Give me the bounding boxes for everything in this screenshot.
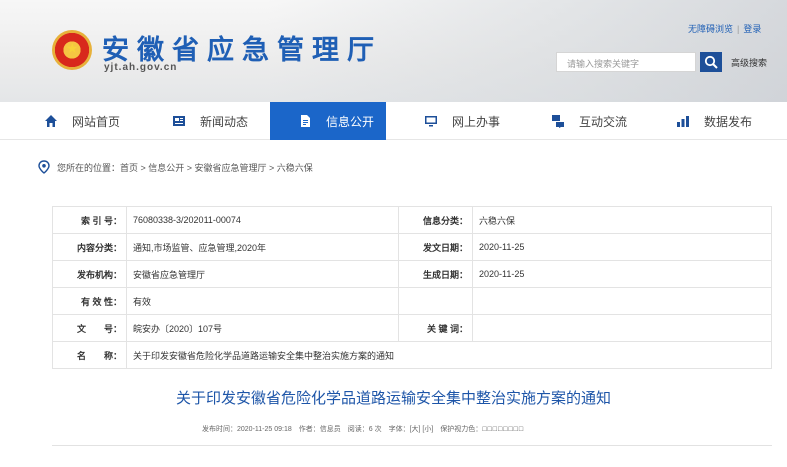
table-row: 发布机构： 安徽省应急管理厅 生成日期： 2020-11-25 bbox=[52, 260, 772, 288]
empty-cell bbox=[472, 287, 772, 315]
document-icon bbox=[301, 115, 310, 127]
document-info-table: 索 引 号： 76080338-3/202011-00074 信息分类： 六稳六… bbox=[52, 206, 772, 369]
publisher-label: 发布机构： bbox=[52, 260, 127, 288]
doc-number-value: 皖安办〔2020〕107号 bbox=[126, 314, 399, 342]
nav-item-interaction[interactable]: 互动交流 bbox=[551, 102, 627, 140]
table-row: 名 称： 关于印发安徽省危险化学品道路运输安全集中整治实施方案的通知 bbox=[52, 341, 772, 369]
article-meta: 发布时间：2020-11-25 09:18 作者：信息员 阅读：6 次 字体：[… bbox=[202, 424, 524, 434]
name-value: 关于印发安徽省危险化学品道路运输安全集中整治实施方案的通知 bbox=[126, 341, 772, 369]
top-links: 无障碍浏览 | 登录 bbox=[688, 24, 762, 34]
main-nav: 网站首页 新闻动态 信息公开 网上办事 互动交流 数据发布 bbox=[0, 102, 787, 140]
table-row: 文 号： 皖安办〔2020〕107号 关 键 词： bbox=[52, 314, 772, 342]
home-icon bbox=[45, 115, 57, 127]
publisher-value: 安徽省应急管理厅 bbox=[126, 260, 399, 288]
nav-item-home[interactable]: 网站首页 bbox=[44, 102, 120, 140]
index-label: 索 引 号： bbox=[52, 206, 127, 234]
search-button[interactable] bbox=[700, 52, 722, 72]
accessibility-link[interactable]: 无障碍浏览 bbox=[688, 24, 733, 34]
doc-number-label: 文 号： bbox=[52, 314, 127, 342]
nav-label: 信息公开 bbox=[326, 114, 375, 129]
article-title: 关于印发安徽省危险化学品道路运输安全集中整治实施方案的通知 bbox=[175, 390, 611, 407]
nav-item-online-service[interactable]: 网上办事 bbox=[424, 102, 500, 140]
nav-item-data-release[interactable]: 数据发布 bbox=[676, 102, 752, 140]
newspaper-icon bbox=[173, 116, 185, 126]
content-category-value: 通知,市场监管、应急管理,2020年 bbox=[126, 233, 399, 261]
national-emblem-icon: ★ bbox=[52, 30, 92, 70]
table-row: 内容分类： 通知,市场监管、应急管理,2020年 发文日期： 2020-11-2… bbox=[52, 233, 772, 261]
nav-label: 网站首页 bbox=[72, 114, 121, 129]
eye-care-color-swatches[interactable]: □□□□□□□□ bbox=[482, 426, 524, 433]
chart-icon bbox=[677, 116, 689, 127]
table-row: 索 引 号： 76080338-3/202011-00074 信息分类： 六稳六… bbox=[52, 206, 772, 234]
chat-icon bbox=[552, 115, 564, 128]
site-domain: yjt.ah.gov.cn bbox=[104, 62, 178, 73]
empty-cell bbox=[398, 287, 473, 315]
generated-date-label: 生成日期： bbox=[398, 260, 473, 288]
divider bbox=[52, 445, 772, 446]
table-row: 有 效 性： 有效 bbox=[52, 287, 772, 315]
issue-date-label: 发文日期： bbox=[398, 233, 473, 261]
nav-label: 互动交流 bbox=[579, 114, 628, 129]
nav-label: 新闻动态 bbox=[200, 114, 249, 129]
name-label: 名 称： bbox=[52, 341, 127, 369]
nav-label: 网上办事 bbox=[452, 114, 501, 129]
advanced-search-link[interactable]: 高级搜索 bbox=[731, 56, 767, 69]
validity-value: 有效 bbox=[126, 287, 399, 315]
login-link[interactable]: 登录 bbox=[743, 24, 761, 34]
search-input[interactable]: 请输入搜索关键字 bbox=[556, 52, 696, 72]
article-meta-text: 发布时间：2020-11-25 09:18 作者：信息员 阅读：6 次 字体：[… bbox=[202, 426, 483, 433]
category-value: 六稳六保 bbox=[472, 206, 772, 234]
validity-label: 有 效 性： bbox=[52, 287, 127, 315]
generated-date-value: 2020-11-25 bbox=[472, 260, 772, 288]
breadcrumb-path[interactable]: 首页 > 信息公开 > 安徽省应急管理厅 > 六稳六保 bbox=[120, 161, 313, 174]
issue-date-value: 2020-11-25 bbox=[472, 233, 772, 261]
location-pin-icon bbox=[38, 160, 50, 174]
search-icon bbox=[704, 55, 718, 69]
nav-item-news[interactable]: 新闻动态 bbox=[172, 102, 248, 140]
keywords-label: 关 键 词： bbox=[398, 314, 473, 342]
nav-item-info-public[interactable]: 信息公开 bbox=[270, 102, 386, 140]
nav-label: 数据发布 bbox=[704, 114, 753, 129]
site-header: ★ 安徽省应急管理厅 yjt.ah.gov.cn 无障碍浏览 | 登录 请输入搜索关… bbox=[0, 0, 787, 102]
breadcrumb-prefix: 您所在的位置： bbox=[57, 162, 121, 173]
index-value: 76080338-3/202011-00074 bbox=[126, 206, 399, 234]
content-category-label: 内容分类： bbox=[52, 233, 127, 261]
keywords-value bbox=[472, 314, 772, 342]
breadcrumb: 您所在的位置： 首页 > 信息公开 > 安徽省应急管理厅 > 六稳六保 bbox=[38, 160, 313, 174]
monitor-icon bbox=[425, 116, 437, 127]
category-label: 信息分类： bbox=[398, 206, 473, 234]
